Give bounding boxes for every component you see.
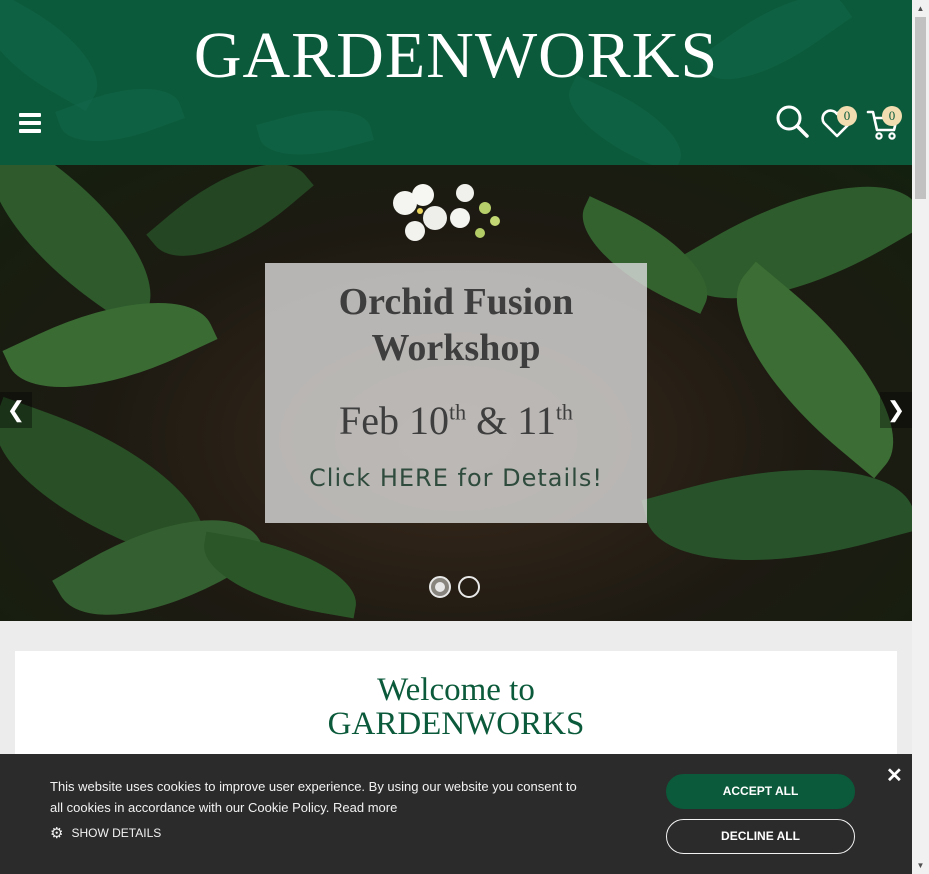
promo-cta[interactable]: Click HERE for Details! <box>265 464 647 492</box>
promo-date-sup1: th <box>449 399 467 425</box>
show-details-toggle[interactable]: ⚙ SHOW DETAILS <box>50 824 161 842</box>
header-leaf-decoration <box>256 96 374 165</box>
orchid-flowers-decoration <box>385 173 505 263</box>
cart-count-badge: 0 <box>882 106 902 126</box>
promo-card-orchid-workshop[interactable]: Orchid Fusion Workshop Feb 10th & 11th C… <box>265 263 647 523</box>
scroll-down-arrow-icon[interactable]: ▼ <box>912 857 929 874</box>
cookie-message-text: This website uses cookies to improve use… <box>50 779 577 815</box>
promo-date-sup2: th <box>555 399 573 425</box>
chevron-right-icon[interactable]: ❯ <box>880 392 912 428</box>
page-scrollbar[interactable]: ▲ ▼ <box>912 0 929 874</box>
hero-slider: Orchid Fusion Workshop Feb 10th & 11th C… <box>0 165 912 621</box>
gear-icon: ⚙ <box>50 825 64 842</box>
promo-title-line1: Orchid Fusion <box>338 281 574 323</box>
decline-all-button[interactable]: DECLINE ALL <box>666 819 855 854</box>
promo-date-amp: & <box>476 398 508 443</box>
cookie-banner: This website uses cookies to improve use… <box>0 754 912 874</box>
slider-dot-1[interactable] <box>429 576 451 598</box>
show-details-label: SHOW DETAILS <box>71 826 162 840</box>
menu-icon[interactable] <box>19 113 41 135</box>
welcome-heading: Welcome to GARDENWORKS <box>15 673 897 741</box>
promo-title: Orchid Fusion Workshop <box>265 279 647 371</box>
promo-date-day2: 11 <box>517 398 556 443</box>
scroll-up-arrow-icon[interactable]: ▲ <box>912 0 929 17</box>
chevron-left-icon[interactable]: ❮ <box>0 392 32 428</box>
search-icon[interactable] <box>775 104 809 143</box>
slider-dot-2[interactable] <box>458 576 481 598</box>
site-header: GARDENWORKS 0 0 <box>0 0 912 165</box>
promo-date-month: Feb <box>339 398 400 443</box>
promo-date-day1: 10 <box>409 398 450 443</box>
scrollbar-thumb[interactable] <box>915 17 926 199</box>
welcome-heading-line1: Welcome to <box>377 672 535 708</box>
promo-date: Feb 10th & 11th <box>265 397 647 444</box>
cookie-read-more-link[interactable]: Read more <box>333 800 397 815</box>
slider-dots <box>429 576 483 603</box>
accept-all-button[interactable]: ACCEPT ALL <box>666 774 855 809</box>
cookie-message: This website uses cookies to improve use… <box>50 776 580 818</box>
welcome-heading-line2: GARDENWORKS <box>327 706 585 742</box>
site-logo[interactable]: GARDENWORKS <box>0 18 912 94</box>
promo-title-line2: Workshop <box>371 327 541 369</box>
close-icon[interactable]: ✕ <box>886 763 903 788</box>
wishlist-count-badge: 0 <box>837 106 857 126</box>
